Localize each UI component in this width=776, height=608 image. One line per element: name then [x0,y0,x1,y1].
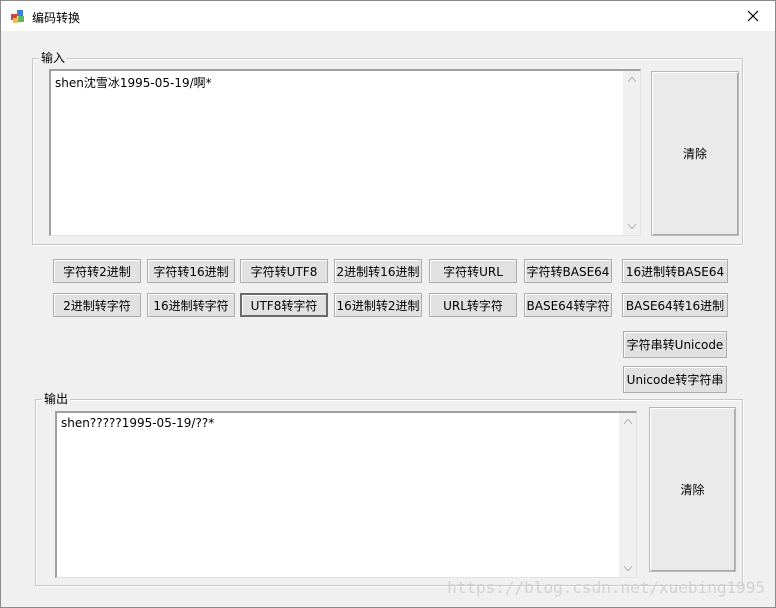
title-bar[interactable]: 编码转换 [1,1,775,31]
close-icon [747,10,759,22]
main-window: 编码转换 输入 shen沈雪冰1995-05-19/啊* 清除 字符转2进制 字… [0,0,776,608]
str-to-bin-label: 字符转2进制 [63,264,131,279]
utf8-to-str-button[interactable]: UTF8转字符 [240,293,328,317]
scroll-down-icon[interactable] [623,218,640,235]
hex-to-bin-button[interactable]: 16进制转2进制 [334,293,422,317]
input-group-label: 输入 [39,51,68,65]
str-to-url-label: 字符转URL [443,264,503,279]
str-to-hex-button[interactable]: 字符转16进制 [147,259,235,283]
close-button[interactable] [731,1,775,31]
url-to-str-button[interactable]: URL转字符 [429,293,517,317]
str-to-hex-label: 字符转16进制 [153,264,229,279]
bin-to-hex-label: 2进制转16进制 [336,264,420,279]
output-clear-button[interactable]: 清除 [649,407,736,572]
base64-to-str-button[interactable]: BASE64转字符 [524,293,612,317]
output-group-label: 输出 [42,392,71,406]
unicode-to-str-button[interactable]: Unicode转字符串 [623,366,727,393]
output-scrollbar[interactable] [619,413,636,577]
str-to-utf8-button[interactable]: 字符转UTF8 [240,259,328,283]
str-to-unicode-label: 字符串转Unicode [626,338,724,352]
url-to-str-label: URL转字符 [443,298,503,313]
scroll-up-icon[interactable] [619,413,636,430]
base64-to-hex-label: BASE64转16进制 [625,298,725,313]
utf8-to-str-label: UTF8转字符 [250,298,318,313]
hex-to-str-label: 16进制转字符 [153,298,229,313]
scroll-up-icon[interactable] [623,71,640,88]
output-clear-label: 清除 [680,483,705,497]
str-to-unicode-button[interactable]: 字符串转Unicode [623,331,727,358]
hex-to-base64-button[interactable]: 16进制转BASE64 [622,259,728,283]
output-textarea[interactable]: shen?????1995-05-19/??* [55,411,637,578]
str-to-utf8-label: 字符转UTF8 [250,264,318,279]
bin-to-str-label: 2进制转字符 [63,298,131,313]
hex-to-str-button[interactable]: 16进制转字符 [147,293,235,317]
app-cube-icon [11,10,24,23]
bin-to-str-button[interactable]: 2进制转字符 [53,293,141,317]
str-to-bin-button[interactable]: 字符转2进制 [53,259,141,283]
str-to-base64-label: 字符转BASE64 [526,264,610,279]
bin-to-hex-button[interactable]: 2进制转16进制 [334,259,422,283]
hex-to-bin-label: 16进制转2进制 [336,298,420,313]
input-scrollbar[interactable] [623,71,640,235]
base64-to-hex-button[interactable]: BASE64转16进制 [622,293,728,317]
output-text: shen?????1995-05-19/??* [61,416,215,430]
window-title: 编码转换 [32,11,81,25]
str-to-base64-button[interactable]: 字符转BASE64 [524,259,612,283]
scroll-down-icon[interactable] [619,560,636,577]
input-clear-button[interactable]: 清除 [651,71,739,236]
unicode-to-str-label: Unicode转字符串 [626,373,724,387]
hex-to-base64-label: 16进制转BASE64 [625,264,725,279]
watermark: https://blog.csdn.net/xuebing1995 [447,578,765,597]
input-textarea[interactable]: shen沈雪冰1995-05-19/啊* [49,69,641,236]
str-to-url-button[interactable]: 字符转URL [429,259,517,283]
input-clear-label: 清除 [682,147,707,161]
base64-to-str-label: BASE64转字符 [526,298,610,313]
input-text: shen沈雪冰1995-05-19/啊* [55,76,212,90]
